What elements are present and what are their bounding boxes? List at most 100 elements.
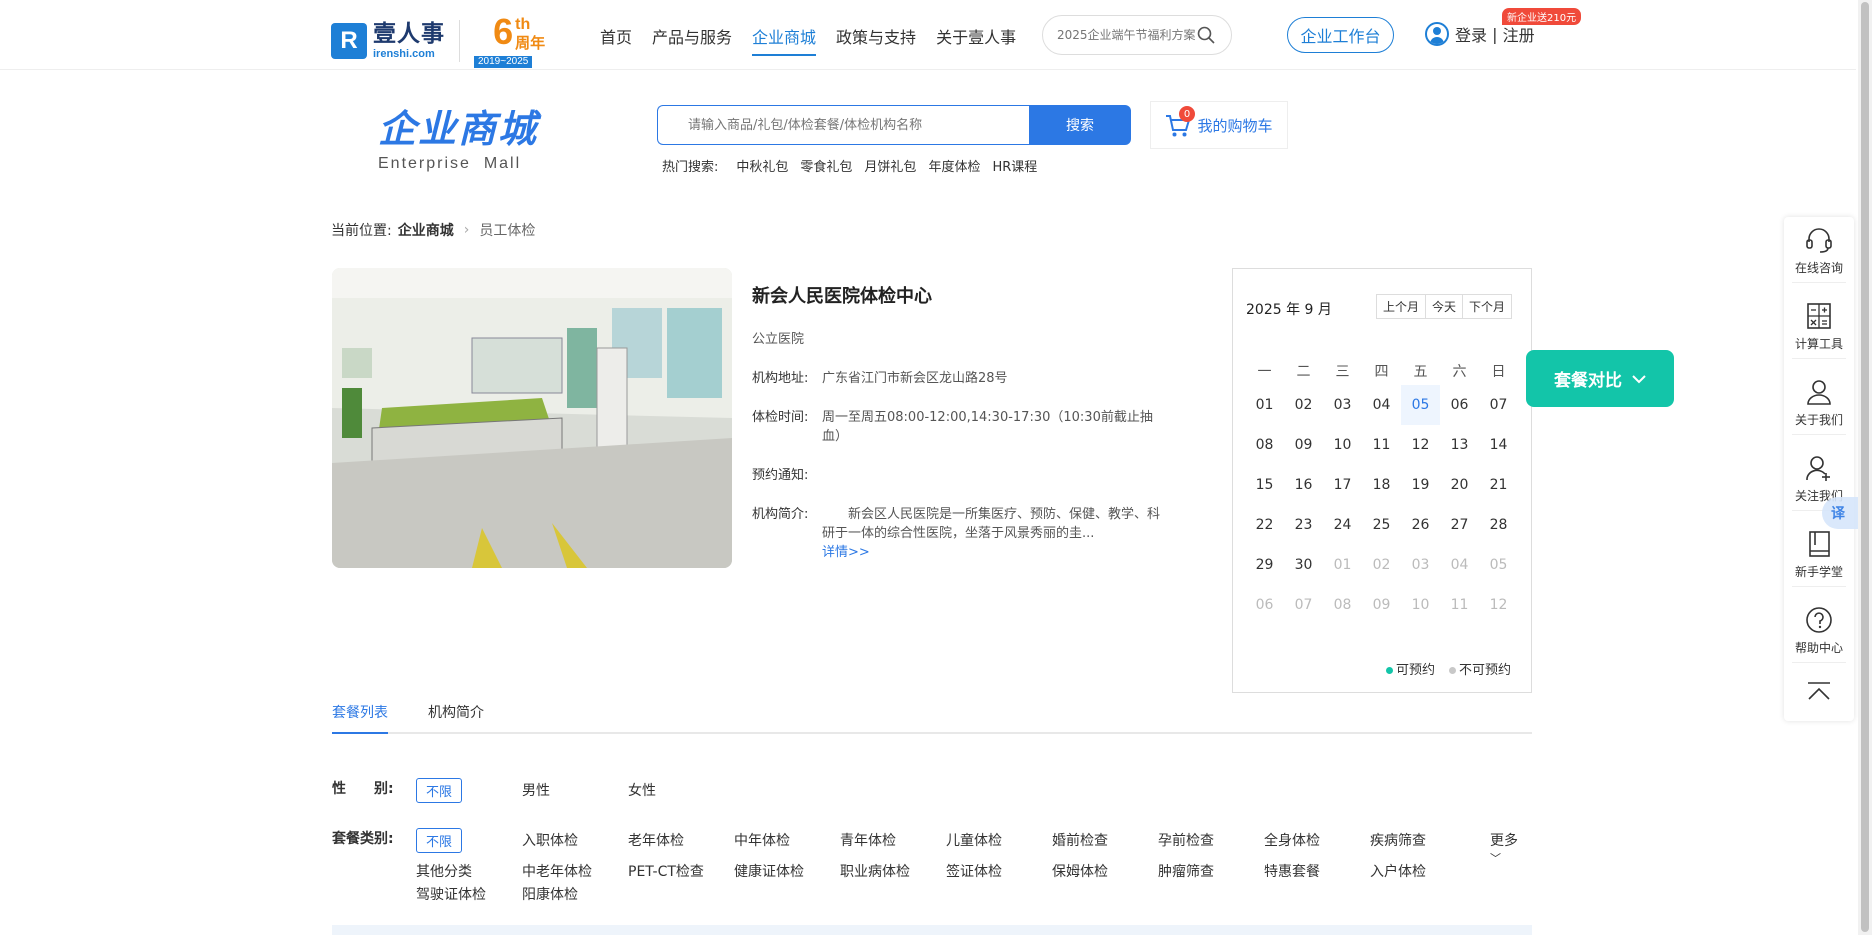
- top-search-input[interactable]: [1057, 28, 1197, 42]
- category-option[interactable]: 肿瘤筛查: [1158, 861, 1214, 881]
- hot-search-item[interactable]: 零食礼包: [800, 156, 852, 175]
- calendar-day[interactable]: 13: [1440, 425, 1479, 465]
- category-option[interactable]: 保姆体检: [1052, 861, 1108, 881]
- calendar-day[interactable]: 10: [1323, 425, 1362, 465]
- nav-home[interactable]: 首页: [600, 24, 632, 56]
- calendar-day[interactable]: 23: [1284, 505, 1323, 545]
- logo-domain: irenshi.com: [373, 47, 435, 60]
- calendar-day[interactable]: 14: [1479, 425, 1518, 465]
- category-option-any[interactable]: 不限: [416, 828, 463, 853]
- calendar-day[interactable]: 03: [1323, 385, 1362, 425]
- category-option[interactable]: 入职体检: [522, 830, 578, 850]
- category-option[interactable]: 健康证体检: [734, 861, 804, 881]
- category-option[interactable]: 婚前检查: [1052, 830, 1108, 850]
- mall-search-button[interactable]: 搜索: [1029, 105, 1131, 145]
- hot-search-item[interactable]: 年度体检: [928, 156, 980, 175]
- address-value: 广东省江门市新会区龙山路28号: [822, 371, 1008, 386]
- calendar-day[interactable]: 22: [1245, 505, 1284, 545]
- category-option[interactable]: 青年体检: [840, 830, 896, 850]
- gender-option-male[interactable]: 男性: [522, 780, 550, 800]
- calendar-day[interactable]: 24: [1323, 505, 1362, 545]
- category-option[interactable]: 孕前检查: [1158, 830, 1214, 850]
- hot-search-item[interactable]: HR课程: [992, 156, 1037, 175]
- calendar-day[interactable]: 18: [1362, 465, 1401, 505]
- calendar-day[interactable]: 07: [1479, 385, 1518, 425]
- workbench-button[interactable]: 企业工作台: [1287, 17, 1394, 53]
- category-option[interactable]: 老年体检: [628, 830, 684, 850]
- category-option[interactable]: 中年体检: [734, 830, 790, 850]
- login-link[interactable]: 登录: [1455, 22, 1487, 46]
- calendar-day[interactable]: 17: [1323, 465, 1362, 505]
- today-button[interactable]: 今天: [1426, 295, 1464, 318]
- calendar-day-today[interactable]: 05: [1401, 385, 1440, 425]
- sidebar-help-center[interactable]: 帮助中心: [1792, 605, 1846, 663]
- calendar-day[interactable]: 27: [1440, 505, 1479, 545]
- prev-month-button[interactable]: 上个月: [1377, 295, 1427, 318]
- compare-packages-button[interactable]: 套餐对比: [1526, 350, 1674, 407]
- calendar-day[interactable]: 25: [1362, 505, 1401, 545]
- category-option[interactable]: 驾驶证体检: [416, 884, 486, 904]
- calendar-day[interactable]: 28: [1479, 505, 1518, 545]
- back-to-top-button[interactable]: [1792, 677, 1846, 717]
- nav-products[interactable]: 产品与服务: [652, 24, 732, 56]
- calendar-day[interactable]: 15: [1245, 465, 1284, 505]
- nav-about[interactable]: 关于壹人事: [936, 24, 1016, 56]
- calendar-day[interactable]: 29: [1245, 545, 1284, 585]
- category-option[interactable]: 特惠套餐: [1264, 861, 1320, 881]
- calendar-day[interactable]: 20: [1440, 465, 1479, 505]
- calendar-day[interactable]: 30: [1284, 545, 1323, 585]
- next-month-button[interactable]: 下个月: [1463, 295, 1512, 318]
- sidebar-about-us[interactable]: 关于我们: [1792, 377, 1846, 435]
- hot-search-item[interactable]: 中秋礼包: [736, 156, 788, 175]
- gender-option-any[interactable]: 不限: [416, 778, 463, 803]
- sidebar-online-consult[interactable]: 在线咨询: [1792, 225, 1846, 283]
- nav-mall[interactable]: 企业商城: [752, 24, 817, 56]
- category-option[interactable]: PET-CT检查: [628, 861, 704, 881]
- calendar-day[interactable]: 11: [1362, 425, 1401, 465]
- calendar-day[interactable]: 26: [1401, 505, 1440, 545]
- sidebar-beginner-school[interactable]: 新手学堂: [1792, 529, 1846, 587]
- mall-search-input[interactable]: [657, 105, 1029, 145]
- intro-more-link[interactable]: 详情>>: [822, 543, 1172, 562]
- category-option[interactable]: 职业病体检: [840, 861, 910, 881]
- calendar-day[interactable]: 09: [1284, 425, 1323, 465]
- calendar-day: 04: [1450, 557, 1469, 573]
- gender-option-female[interactable]: 女性: [628, 780, 656, 800]
- promo-badge: 新企业送210元: [1502, 8, 1582, 25]
- category-option[interactable]: 全身体检: [1264, 830, 1320, 850]
- category-option[interactable]: 签证体检: [946, 861, 1002, 881]
- gender-filter-label: 性 别:: [332, 781, 394, 797]
- tab-institution-intro[interactable]: 机构简介: [428, 702, 484, 732]
- sidebar-calculator[interactable]: 计算工具: [1792, 301, 1846, 359]
- calendar-day[interactable]: 12: [1401, 425, 1440, 465]
- calendar-day[interactable]: 04: [1362, 385, 1401, 425]
- breadcrumb-mall[interactable]: 企业商城: [398, 220, 454, 240]
- category-option[interactable]: 入户体检: [1370, 861, 1426, 881]
- calendar-day: 06: [1255, 597, 1274, 613]
- category-option[interactable]: 其他分类: [416, 861, 472, 881]
- scrollbar-thumb[interactable]: [1861, 2, 1869, 932]
- category-option[interactable]: 儿童体检: [946, 830, 1002, 850]
- category-option[interactable]: 疾病筛查: [1370, 830, 1426, 850]
- breadcrumb-current: 员工体检: [479, 223, 536, 239]
- calendar-day[interactable]: 19: [1401, 465, 1440, 505]
- hot-search-item[interactable]: 月饼礼包: [864, 156, 916, 175]
- site-logo[interactable]: R 壹人事 irenshi.com 6th 周年 2019~2025: [331, 14, 545, 68]
- category-option[interactable]: 中老年体检: [522, 861, 592, 881]
- category-option[interactable]: 阳康体检: [522, 884, 578, 904]
- calendar-day[interactable]: 08: [1245, 425, 1284, 465]
- legend-unavailable: 不可预约: [1448, 659, 1511, 678]
- nav-policy[interactable]: 政策与支持: [836, 24, 916, 56]
- search-icon[interactable]: [1197, 26, 1215, 44]
- scrollbar[interactable]: [1858, 0, 1872, 935]
- compare-label: 套餐对比: [1554, 371, 1622, 391]
- calendar-day[interactable]: 16: [1284, 465, 1323, 505]
- calendar-day[interactable]: 06: [1440, 385, 1479, 425]
- calendar-day[interactable]: 21: [1479, 465, 1518, 505]
- tab-package-list[interactable]: 套餐列表: [332, 702, 388, 734]
- register-link[interactable]: 注册: [1503, 22, 1535, 46]
- calendar-day[interactable]: 01: [1245, 385, 1284, 425]
- cart-button[interactable]: 0 我的购物车: [1150, 101, 1288, 149]
- calendar-day[interactable]: 02: [1284, 385, 1323, 425]
- more-categories-button[interactable]: 更多 ﹀: [1490, 830, 1532, 866]
